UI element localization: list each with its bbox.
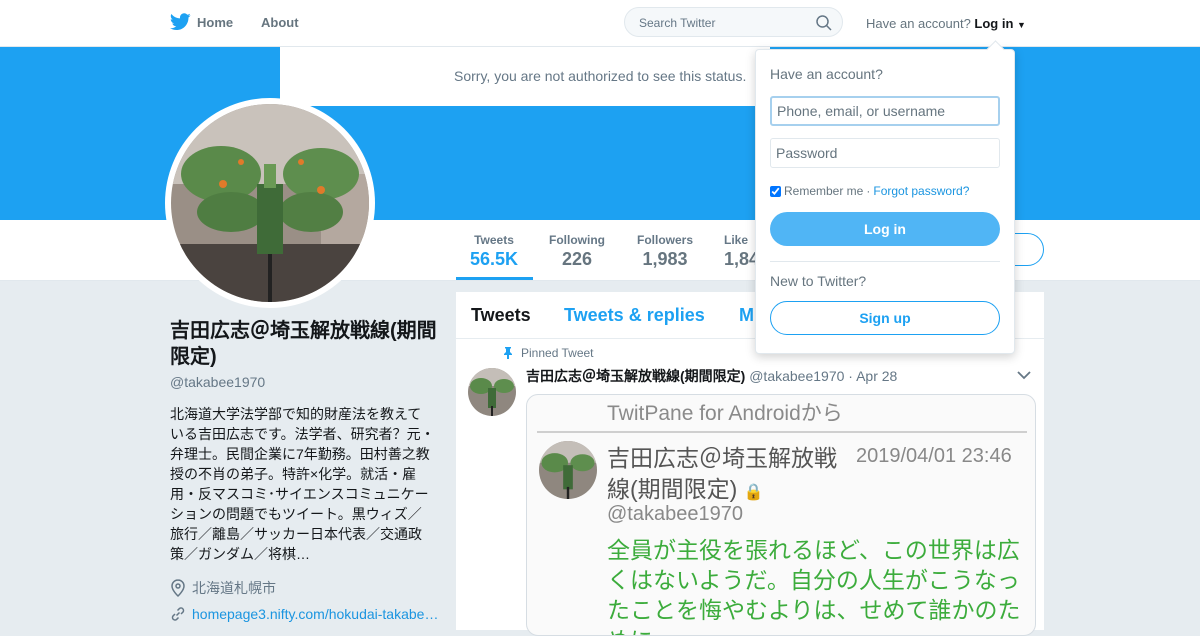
tweet-author-handle[interactable]: @takabee1970	[749, 368, 844, 384]
lock-icon: 🔒	[743, 484, 764, 501]
search-icon[interactable]	[816, 15, 832, 31]
profile-handle[interactable]: @takabee1970	[170, 374, 265, 390]
media-divider	[537, 431, 1027, 433]
location-text: 北海道札幌市	[192, 580, 276, 596]
profile-name: 吉田広志＠埼玉解放戦線(期間限定)	[170, 320, 437, 368]
media-body-text: 全員が主役を張れるほど、この世界は広くはないようだ。自分の人生がこうなったことを…	[607, 537, 1021, 635]
nav-home[interactable]: Home	[170, 13, 233, 31]
stat-followers[interactable]: Followers 1,983	[635, 233, 695, 270]
tweet-avatar-image	[468, 368, 516, 416]
stat-tweets[interactable]: Tweets 56.5K	[470, 233, 518, 270]
status-notice: Sorry, you are not authorized to see thi…	[280, 46, 770, 106]
tab-media[interactable]: M	[739, 305, 754, 326]
tab-tweets[interactable]: Tweets	[471, 305, 531, 326]
pinned-text: Pinned Tweet	[521, 346, 594, 360]
status-notice-text: Sorry, you are not authorized to see thi…	[454, 68, 747, 84]
media-date: 2019/04/01 23:46	[856, 445, 1012, 467]
username-input[interactable]	[770, 96, 1000, 126]
media-handle: @takabee1970	[607, 503, 743, 525]
profile-avatar[interactable]	[165, 98, 375, 308]
remember-separator: ·	[866, 184, 871, 198]
profile-website[interactable]: homepage3.nifty.com/hokudai-takabe…	[170, 606, 438, 622]
stat-value: 56.5K	[470, 249, 519, 269]
top-bar: Home About Have an account? Log in ▼	[0, 0, 1200, 47]
new-user-prompt: New to Twitter?	[770, 273, 867, 289]
stat-label: Followers	[636, 233, 693, 247]
media-author-name-text: 吉田広志＠埼玉解放戦線(期間限定)	[607, 445, 837, 502]
forgot-password-link[interactable]: Forgot password?	[873, 184, 969, 198]
login-toggle[interactable]: Log in	[974, 16, 1013, 31]
link-icon	[171, 607, 185, 621]
search-box[interactable]	[624, 7, 843, 37]
remember-checkbox[interactable]	[770, 185, 781, 197]
stat-following[interactable]: Following 226	[547, 233, 607, 270]
login-divider	[770, 261, 1000, 262]
location-pin-icon	[171, 579, 185, 597]
nav-about[interactable]: About	[261, 15, 299, 30]
remember-row: Remember me · Forgot password?	[770, 184, 969, 198]
media-avatar-image	[539, 441, 597, 499]
login-title: Have an account?	[770, 66, 883, 82]
remember-label[interactable]: Remember me	[784, 184, 863, 198]
password-input[interactable]	[770, 138, 1000, 168]
tweet-header: 吉田広志＠埼玉解放戦線(期間限定) @takabee1970 · Apr 28	[526, 366, 897, 386]
tweet-avatar[interactable]	[468, 368, 516, 416]
pin-icon	[504, 347, 512, 359]
twitter-bird-icon	[170, 13, 191, 31]
chevron-down-icon[interactable]	[1017, 370, 1031, 380]
website-link[interactable]: homepage3.nifty.com/hokudai-takabe…	[192, 606, 438, 622]
media-avatar	[539, 441, 597, 499]
account-prompt: Have an account?	[866, 16, 971, 31]
stat-value: 1,983	[642, 249, 688, 269]
tweet-author-name[interactable]: 吉田広志＠埼玉解放戦線(期間限定)	[526, 368, 745, 384]
signup-button[interactable]: Sign up	[770, 301, 1000, 335]
login-dropdown: Have an account? Remember me · Forgot pa…	[755, 40, 1015, 354]
tab-tweets-replies[interactable]: Tweets & replies	[564, 305, 705, 326]
stat-label: Following	[549, 233, 605, 247]
nav-home-label: Home	[197, 14, 234, 30]
media-source-text: TwitPane for Androidから	[607, 402, 843, 425]
caret-down-icon: ▼	[1017, 20, 1026, 30]
stat-value: 226	[561, 249, 593, 269]
nav-about-label: About	[261, 15, 299, 30]
search-input[interactable]	[637, 15, 811, 31]
tweet-media[interactable]: TwitPane for Androidから 吉田広志＠埼玉解放戦線(期間限定)…	[526, 394, 1036, 636]
gundam-figure-image	[171, 104, 369, 302]
account-menu[interactable]: Have an account? Log in ▼	[866, 16, 1026, 31]
media-author-name: 吉田広志＠埼玉解放戦線(期間限定) 🔒	[607, 443, 857, 508]
stat-label: Tweets	[474, 233, 514, 247]
profile-location: 北海道札幌市	[170, 578, 276, 598]
pinned-label: Pinned Tweet	[503, 346, 594, 360]
profile-bio: 北海道大学法学部で知的財産法を教えている吉田広志です。法学者、研究者？元・弁理士…	[170, 406, 435, 562]
tweet-date[interactable]: · Apr 28	[848, 368, 897, 384]
login-button[interactable]: Log in	[770, 212, 1000, 246]
active-stat-indicator	[456, 277, 533, 280]
